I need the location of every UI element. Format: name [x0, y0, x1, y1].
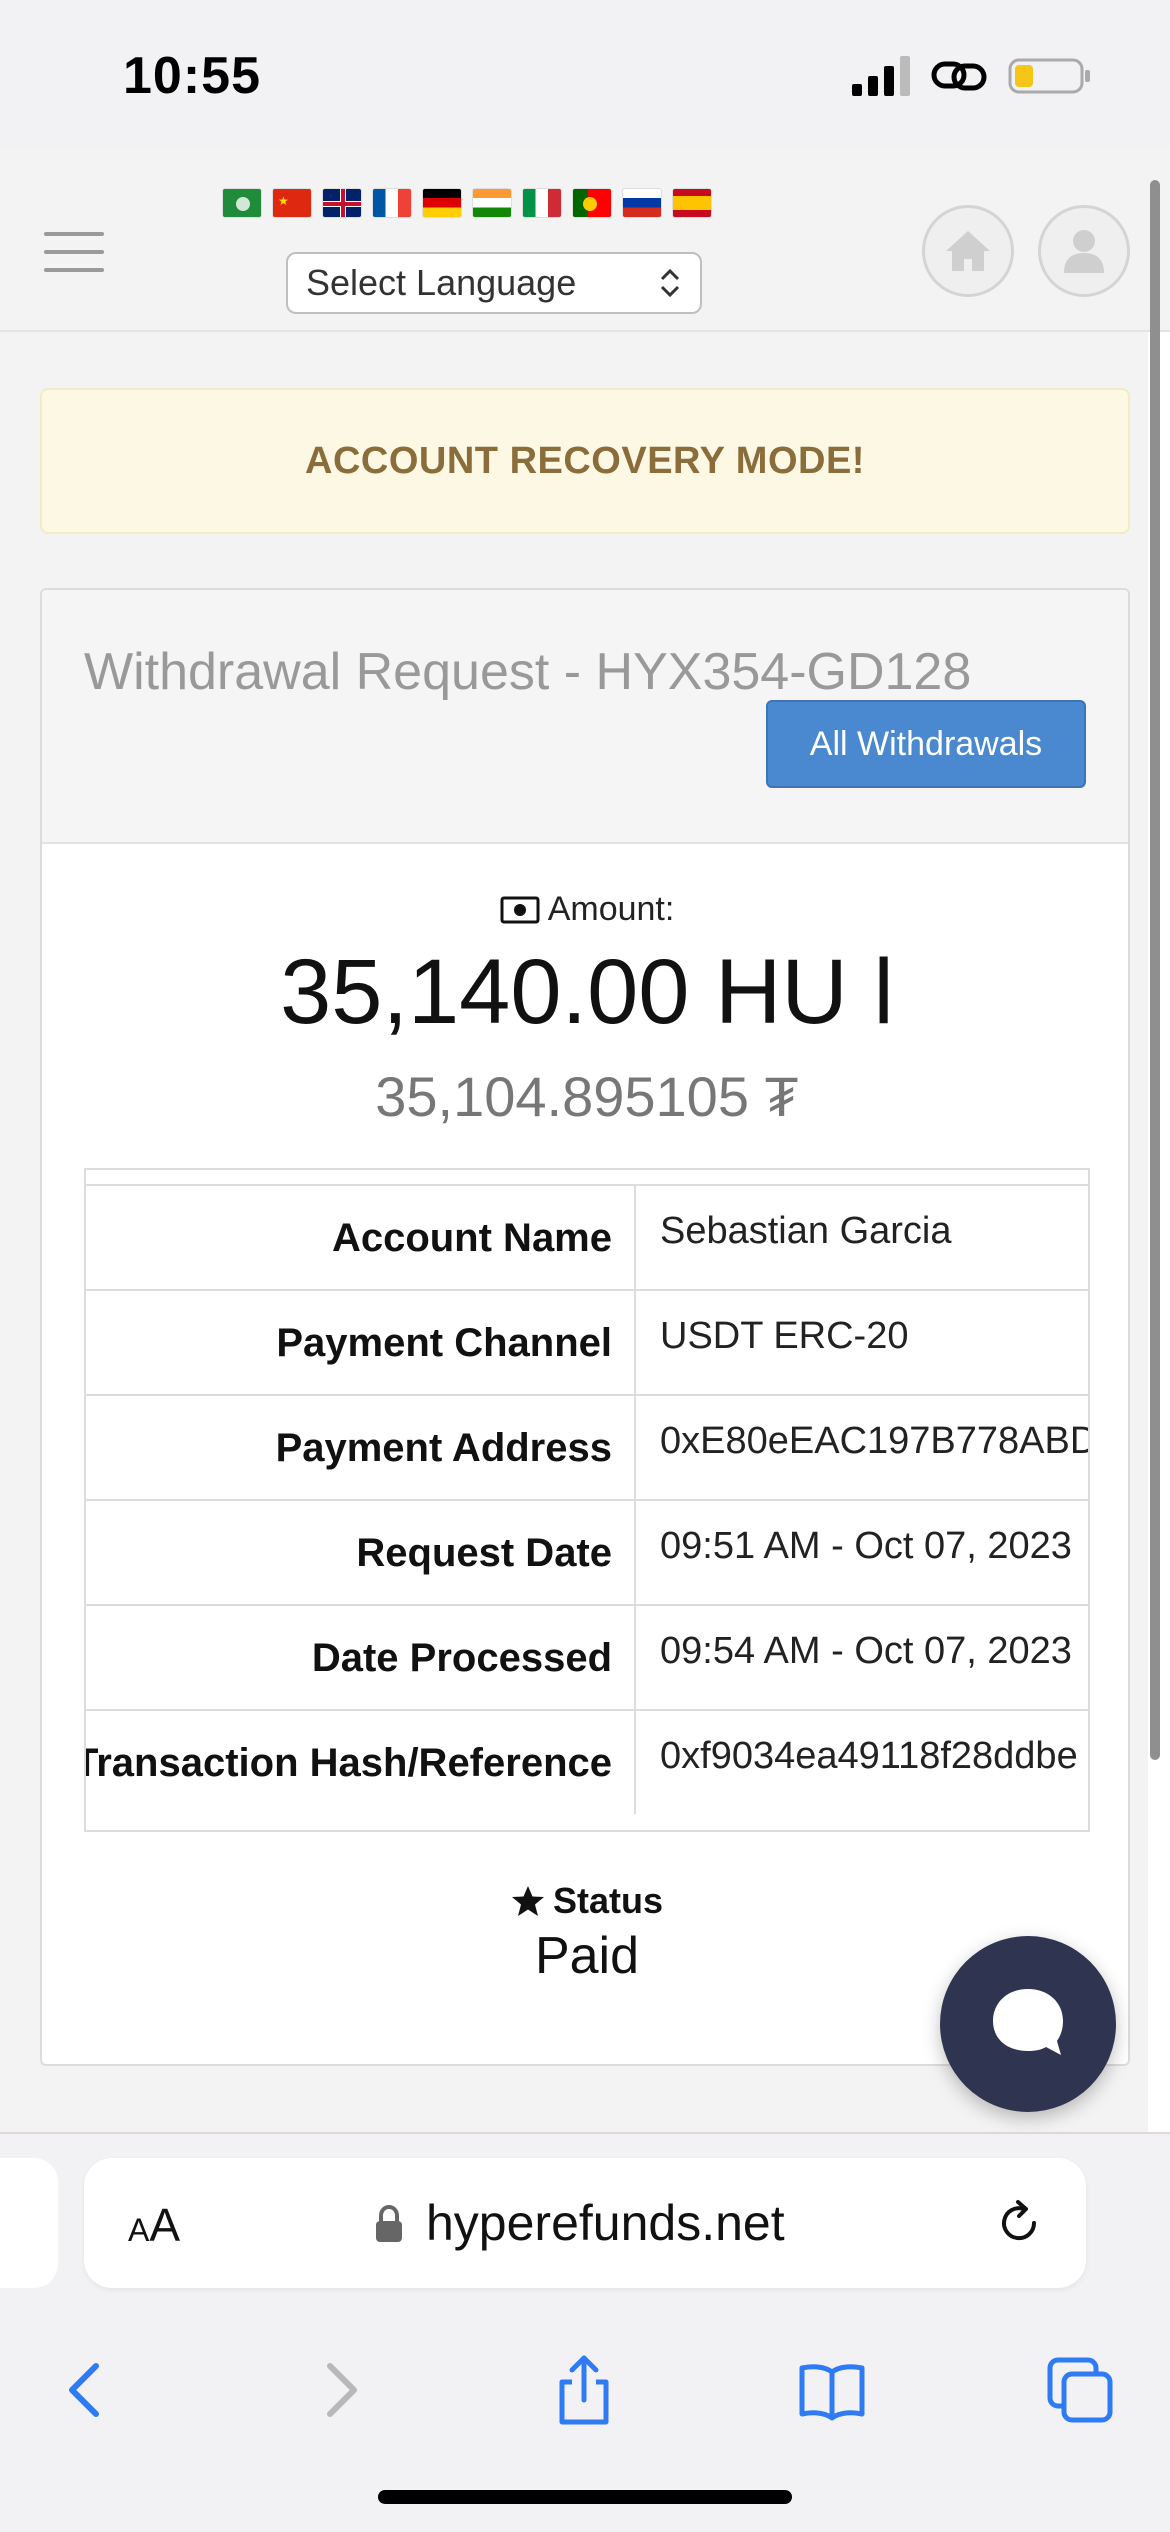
table-row: Transaction Hash/Reference 0xf9034ea4911…	[86, 1709, 1088, 1814]
chat-button[interactable]	[940, 1936, 1116, 2112]
bookmarks-icon[interactable]	[796, 2354, 868, 2426]
amount-sub: 35,104.895105 ₮	[375, 1065, 799, 1128]
reader-settings-button[interactable]: AA	[128, 2198, 180, 2252]
flag-hi-icon[interactable]	[472, 188, 512, 218]
panel-heading: Withdrawal Request - HYX354-GD128 All Wi…	[42, 590, 1128, 844]
browser-nav-bar	[0, 2324, 1170, 2444]
flag-es-icon[interactable]	[672, 188, 712, 218]
url-text[interactable]: hyperefunds.net	[426, 2194, 785, 2252]
flag-pt-icon[interactable]	[572, 188, 612, 218]
home-button[interactable]	[922, 205, 1014, 297]
language-flags: ★	[222, 188, 712, 218]
row-label: Date Processed	[311, 1636, 612, 1680]
user-icon	[1064, 230, 1104, 273]
chat-bubble-icon	[993, 1989, 1063, 2055]
flag-en-icon[interactable]	[322, 188, 362, 218]
cellular-signal-icon	[852, 56, 910, 96]
back-icon[interactable]	[50, 2354, 122, 2426]
table-row: Account Name Sebastian Garcia	[86, 1184, 1088, 1289]
withdrawal-panel: Withdrawal Request - HYX354-GD128 All Wi…	[40, 588, 1130, 2066]
row-value: 0xE80eEAC197B778ABD	[660, 1420, 1090, 1462]
table-row: Payment Address 0xE80eEAC197B778ABD	[86, 1394, 1090, 1499]
all-withdrawals-button[interactable]: All Withdrawals	[766, 700, 1086, 788]
hamburger-icon[interactable]	[44, 232, 104, 272]
recovery-alert: ACCOUNT RECOVERY MODE!	[40, 388, 1130, 534]
flag-it-icon[interactable]	[522, 188, 562, 218]
status-bar: 10:55	[0, 0, 1170, 150]
chevron-updown-icon	[660, 268, 680, 298]
home-icon	[946, 231, 990, 271]
previous-tab-preview[interactable]	[0, 2158, 58, 2288]
status-label-text: Status	[552, 1880, 664, 1921]
row-label: Payment Channel	[276, 1321, 612, 1365]
details-table: Account Name Sebastian Garcia Payment Ch…	[84, 1168, 1090, 1832]
table-row: Request Date 09:51 AM - Oct 07, 2023	[86, 1499, 1088, 1604]
link-icon	[931, 61, 987, 91]
share-icon[interactable]	[548, 2354, 620, 2426]
flag-ar-icon[interactable]	[222, 188, 262, 218]
page-content: ACCOUNT RECOVERY MODE! Withdrawal Reques…	[0, 332, 1148, 2132]
flag-fr-icon[interactable]	[372, 188, 412, 218]
tabs-icon[interactable]	[1044, 2354, 1116, 2426]
page-scrollbar[interactable]	[1150, 180, 1160, 1760]
money-icon	[500, 896, 540, 923]
address-bar[interactable]: AA hyperefunds.net	[84, 2158, 1086, 2288]
row-label: Request Date	[356, 1531, 612, 1575]
user-button[interactable]	[1038, 205, 1130, 297]
table-row: Date Processed 09:54 AM - Oct 07, 2023	[86, 1604, 1088, 1709]
row-value: 09:51 AM - Oct 07, 2023	[660, 1525, 1072, 1567]
status-time: 10:55	[123, 47, 261, 105]
battery-low-icon	[1008, 58, 1090, 94]
language-select-value: Select Language	[306, 262, 577, 303]
row-label: Transaction Hash/Reference	[86, 1741, 612, 1785]
row-value: Sebastian Garcia	[660, 1210, 952, 1252]
star-icon	[511, 1886, 544, 1916]
amount-main: 35,140.00 HU l	[280, 941, 894, 1043]
row-value: USDT ERC-20	[660, 1315, 909, 1357]
forward-icon[interactable]	[304, 2354, 376, 2426]
flag-de-icon[interactable]	[422, 188, 462, 218]
status-label: Status	[42, 1880, 1128, 1922]
browser-toolbar: AA hyperefunds.net	[0, 2132, 1170, 2532]
row-label: Account Name	[331, 1216, 612, 1260]
amount-label: Amount:	[42, 890, 1128, 929]
flag-zh-icon[interactable]: ★	[272, 188, 312, 218]
home-indicator	[378, 2490, 792, 2504]
row-value: 0xf9034ea49118f28ddbe	[660, 1735, 1078, 1777]
site-header: ★ Select Language	[0, 150, 1170, 332]
flag-ru-icon[interactable]	[622, 188, 662, 218]
row-label: Payment Address	[275, 1426, 612, 1470]
lock-icon	[376, 2204, 402, 2242]
row-value: 09:54 AM - Oct 07, 2023	[660, 1630, 1072, 1672]
reload-icon[interactable]	[994, 2198, 1044, 2248]
language-select[interactable]: Select Language	[286, 252, 702, 314]
table-row: Payment Channel USDT ERC-20	[86, 1289, 1088, 1394]
amount-label-text: Amount:	[547, 890, 675, 928]
panel-title: Withdrawal Request - HYX354-GD128	[84, 643, 972, 701]
